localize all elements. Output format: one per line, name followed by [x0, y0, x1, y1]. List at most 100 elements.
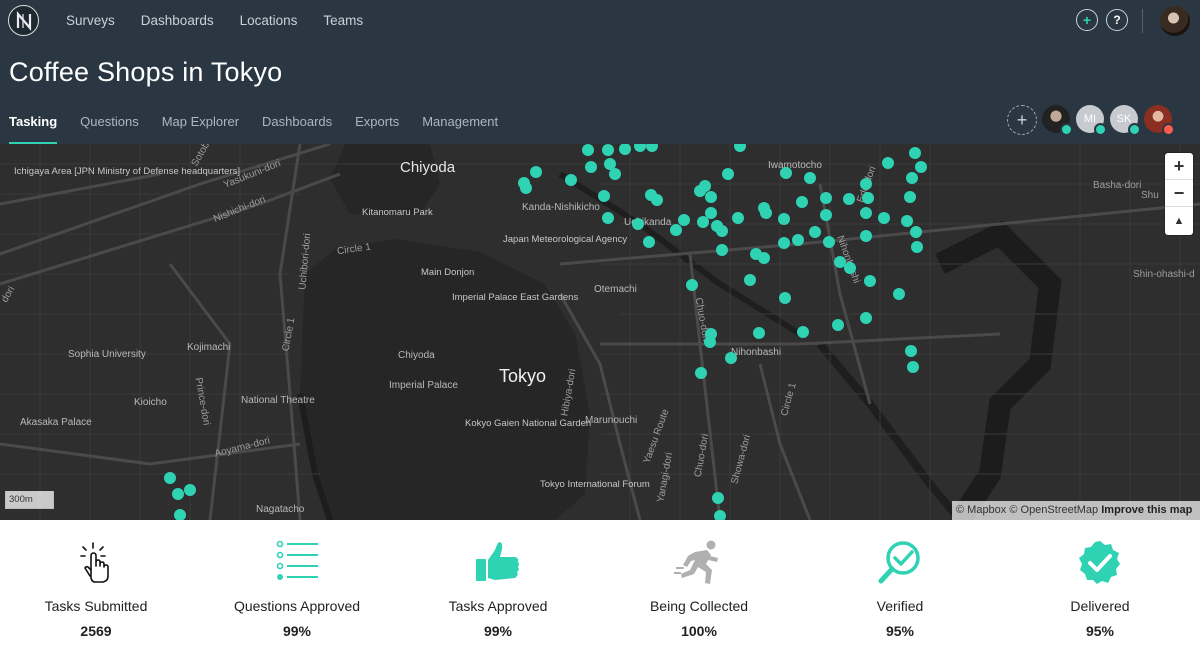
coffee-shop-marker[interactable]	[860, 230, 872, 242]
coffee-shop-marker[interactable]	[184, 484, 196, 496]
coffee-shop-marker[interactable]	[904, 191, 916, 203]
coffee-shop-marker[interactable]	[705, 191, 717, 203]
coffee-shop-marker[interactable]	[585, 161, 597, 173]
coffee-shop-marker[interactable]	[823, 236, 835, 248]
user-avatar[interactable]	[1160, 6, 1190, 36]
coffee-shop-marker[interactable]	[530, 166, 542, 178]
coffee-shop-marker[interactable]	[704, 336, 716, 348]
member-avatar-mi[interactable]: MI	[1076, 105, 1107, 136]
coffee-shop-marker[interactable]	[634, 144, 646, 152]
coffee-shop-marker[interactable]	[832, 319, 844, 331]
coffee-shop-marker[interactable]	[910, 226, 922, 238]
coffee-shop-marker[interactable]	[804, 172, 816, 184]
coffee-shop-marker[interactable]	[878, 212, 890, 224]
coffee-shop-marker[interactable]	[602, 144, 614, 156]
coffee-shop-marker[interactable]	[716, 244, 728, 256]
nav-surveys[interactable]: Surveys	[66, 13, 115, 28]
zoom-out-button[interactable]: −	[1165, 180, 1193, 207]
coffee-shop-marker[interactable]	[820, 192, 832, 204]
coffee-shop-marker[interactable]	[172, 488, 184, 500]
coffee-shop-marker[interactable]	[862, 192, 874, 204]
coffee-shop-marker[interactable]	[619, 144, 631, 155]
coffee-shop-marker[interactable]	[734, 144, 746, 152]
coffee-shop-marker[interactable]	[714, 510, 726, 520]
coffee-shop-marker[interactable]	[174, 509, 186, 520]
coffee-shop-marker[interactable]	[779, 292, 791, 304]
coffee-shop-marker[interactable]	[882, 157, 894, 169]
coffee-shop-marker[interactable]	[893, 288, 905, 300]
coffee-shop-marker[interactable]	[598, 190, 610, 202]
coffee-shop-marker[interactable]	[758, 252, 770, 264]
coffee-shop-marker[interactable]	[820, 209, 832, 221]
coffee-shop-marker[interactable]	[809, 226, 821, 238]
coffee-shop-marker[interactable]	[909, 147, 921, 159]
coffee-shop-marker[interactable]	[753, 327, 765, 339]
coffee-shop-marker[interactable]	[905, 345, 917, 357]
coffee-shop-marker[interactable]	[860, 312, 872, 324]
add-member-icon[interactable]: +	[1007, 105, 1037, 135]
coffee-shop-marker[interactable]	[697, 216, 709, 228]
coffee-shop-marker[interactable]	[643, 236, 655, 248]
stat-value: 95%	[885, 623, 915, 639]
coffee-shop-marker[interactable]	[778, 237, 790, 249]
coffee-shop-marker[interactable]	[716, 225, 728, 237]
coffee-shop-marker[interactable]	[797, 326, 809, 338]
map-view[interactable]: Chiyoda Tokyo Ichigaya Area [JPN Ministr…	[0, 144, 1200, 520]
tab-questions[interactable]: Questions	[80, 114, 139, 144]
nav-locations[interactable]: Locations	[240, 13, 298, 28]
member-avatar[interactable]	[1042, 105, 1073, 136]
tab-map-explorer[interactable]: Map Explorer	[162, 114, 239, 144]
coffee-shop-marker[interactable]	[609, 168, 621, 180]
coffee-shop-marker[interactable]	[778, 213, 790, 225]
coffee-shop-marker[interactable]	[901, 215, 913, 227]
coffee-shop-marker[interactable]	[582, 144, 594, 156]
coffee-shop-marker[interactable]	[911, 241, 923, 253]
create-plus-icon[interactable]: +	[1076, 9, 1098, 31]
coffee-shop-marker[interactable]	[712, 492, 724, 504]
compass-icon[interactable]: ▲	[1165, 207, 1193, 234]
coffee-shop-marker[interactable]	[670, 224, 682, 236]
coffee-shop-marker[interactable]	[906, 172, 918, 184]
attribution-text[interactable]: © Mapbox © OpenStreetMap	[956, 504, 1098, 516]
coffee-shop-marker[interactable]	[565, 174, 577, 186]
coffee-shop-marker[interactable]	[725, 352, 737, 364]
coffee-shop-marker[interactable]	[695, 367, 707, 379]
coffee-shop-marker[interactable]	[834, 256, 846, 268]
coffee-shop-marker[interactable]	[602, 212, 614, 224]
coffee-shop-marker[interactable]	[651, 194, 663, 206]
coffee-shop-marker[interactable]	[722, 168, 734, 180]
coffee-shop-marker[interactable]	[860, 207, 872, 219]
help-icon[interactable]: ?	[1106, 9, 1128, 31]
nav-teams[interactable]: Teams	[323, 13, 363, 28]
tab-management[interactable]: Management	[422, 114, 498, 144]
coffee-shop-marker[interactable]	[164, 472, 176, 484]
coffee-shop-marker[interactable]	[844, 262, 856, 274]
tab-dashboards[interactable]: Dashboards	[262, 114, 332, 144]
coffee-shop-marker[interactable]	[860, 178, 872, 190]
app-logo-icon[interactable]	[8, 5, 39, 36]
coffee-shop-marker[interactable]	[864, 275, 876, 287]
coffee-shop-marker[interactable]	[780, 167, 792, 179]
zoom-in-button[interactable]: +	[1165, 153, 1193, 180]
coffee-shop-marker[interactable]	[678, 214, 690, 226]
coffee-shop-marker[interactable]	[520, 182, 532, 194]
tab-exports[interactable]: Exports	[355, 114, 399, 144]
nav-dashboards[interactable]: Dashboards	[141, 13, 214, 28]
coffee-shop-marker[interactable]	[705, 207, 717, 219]
coffee-shop-marker[interactable]	[915, 161, 927, 173]
coffee-shop-marker[interactable]	[796, 196, 808, 208]
coffee-shop-marker[interactable]	[907, 361, 919, 373]
coffee-shop-marker[interactable]	[843, 193, 855, 205]
coffee-shop-marker[interactable]	[686, 279, 698, 291]
coffee-shop-marker[interactable]	[792, 234, 804, 246]
coffee-shop-marker[interactable]	[760, 207, 772, 219]
tab-tasking[interactable]: Tasking	[9, 114, 58, 144]
improve-map-link[interactable]: Improve this map	[1101, 504, 1192, 516]
coffee-shop-marker[interactable]	[632, 218, 644, 230]
coffee-shop-marker[interactable]	[744, 274, 756, 286]
member-avatar-sk[interactable]: SK	[1110, 105, 1141, 136]
coffee-shop-marker[interactable]	[694, 185, 706, 197]
member-avatar[interactable]	[1144, 105, 1175, 136]
coffee-shop-marker[interactable]	[732, 212, 744, 224]
coffee-shop-marker[interactable]	[646, 144, 658, 152]
